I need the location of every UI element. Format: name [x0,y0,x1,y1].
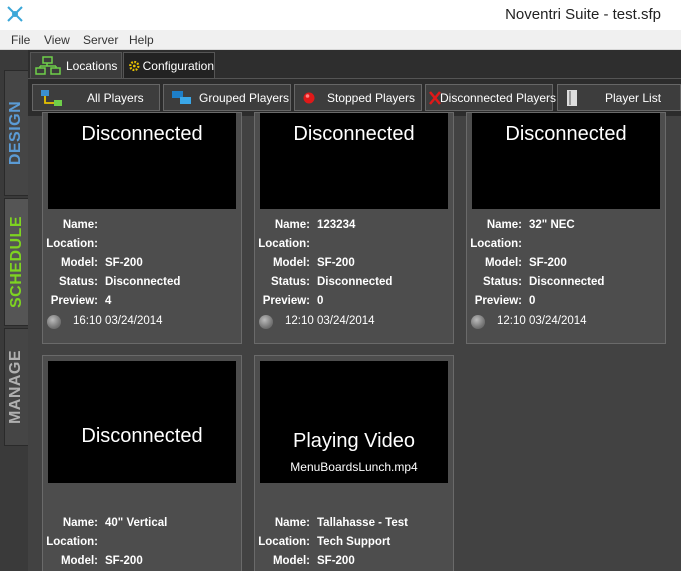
title-bar: Noventri Suite - test.sfp [0,0,681,30]
player-status: Disconnected [529,276,605,288]
player-timestamp: 12:10 03/24/2014 [497,315,587,327]
players-grid: Disconnected Name: Location: Model: SF-20… [28,112,681,571]
top-tab-bar: Locations Configuration [28,50,681,78]
network-icon [35,55,61,75]
player-preview-screen: Disconnected [48,113,236,209]
player-preview: 0 [529,295,536,307]
player-preview-screen: Disconnected [48,361,236,483]
stop-icon [303,92,315,104]
list-icon [567,90,577,106]
gear-icon [129,60,140,71]
menu-file[interactable]: File [11,33,30,47]
player-preview-screen: Disconnected [472,113,660,209]
player-preview-screen: Playing Video MenuBoardsLunch.mp4 [260,361,448,483]
status-light-icon [259,315,273,329]
player-card[interactable]: Disconnected Name: 123234 Location: Model… [254,112,454,344]
tab-locations[interactable]: Locations [30,52,122,78]
player-model: SF-200 [317,257,355,269]
menu-view[interactable]: View [44,33,70,47]
player-card[interactable]: Disconnected Name: 32" NEC Location: Mode… [466,112,666,344]
player-list-button[interactable]: Player List [557,84,681,111]
window-title: Noventri Suite - test.sfp [505,6,661,23]
player-preview: 4 [105,295,112,307]
tab-configuration[interactable]: Configuration [123,52,215,78]
player-name: 40" Vertical [105,517,168,529]
player-card[interactable]: Disconnected Name: 40" Vertical Location:… [42,355,242,571]
player-filter-bar: All Players Grouped Players Stopped Play… [28,78,681,116]
grouped-players-button[interactable]: Grouped Players [163,84,291,111]
player-status: Disconnected [105,276,181,288]
player-name: 123234 [317,219,356,231]
menu-help[interactable]: Help [129,33,154,47]
player-location: Tech Support [317,536,391,548]
player-preview-screen: Disconnected [260,113,448,209]
side-panel: DESIGN SCHEDULE MANAGE [0,50,28,571]
playing-file-name: MenuBoardsLunch.mp4 [290,460,418,474]
player-model: SF-200 [105,555,143,567]
player-card[interactable]: Playing Video MenuBoardsLunch.mp4 Name: T… [254,355,454,571]
player-timestamp: 12:10 03/24/2014 [285,315,375,327]
tab-design[interactable]: DESIGN [4,70,28,196]
player-status: Disconnected [317,276,393,288]
disconnected-players-button[interactable]: Disconnected Players [425,84,556,111]
status-light-icon [471,315,485,329]
status-light-icon [47,315,61,329]
app-logo-icon [7,6,23,22]
player-card[interactable]: Disconnected Name: Location: Model: SF-20… [42,112,242,344]
stopped-players-button[interactable]: Stopped Players [294,84,422,111]
network-icon [41,90,62,106]
player-name: 32" NEC [529,219,575,231]
player-model: SF-200 [317,555,355,567]
player-name: Tallahasse - Test [317,517,408,529]
all-players-button[interactable]: All Players [32,84,160,111]
player-timestamp: 16:10 03/24/2014 [73,315,163,327]
tab-manage[interactable]: MANAGE [4,328,28,446]
player-preview: 0 [317,295,324,307]
player-model: SF-200 [105,257,143,269]
menu-server[interactable]: Server [83,33,118,47]
menu-bar: File View Server Help [0,30,681,50]
monitors-icon [172,91,191,104]
tab-schedule[interactable]: SCHEDULE [4,198,28,326]
player-model: SF-200 [529,257,567,269]
